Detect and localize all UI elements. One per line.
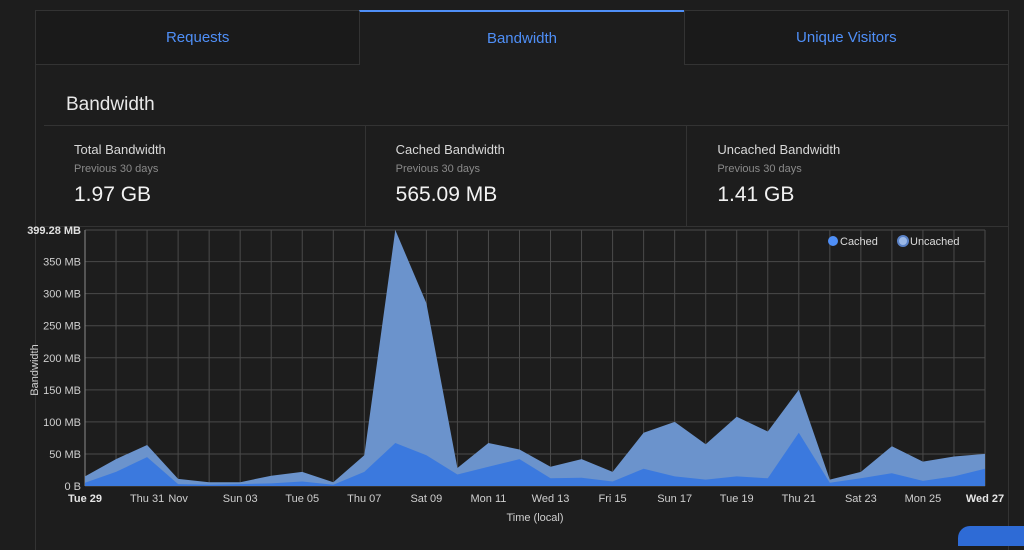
stat-uncached-bandwidth: Uncached Bandwidth Previous 30 days 1.41… — [686, 126, 1008, 226]
section-title: Bandwidth — [66, 94, 155, 115]
x-tick-label: Tue 29 — [68, 493, 102, 505]
x-tick-label: Sat 23 — [845, 493, 877, 505]
legend-cached-label: Cached — [840, 236, 878, 248]
y-tick-label: 200 MB — [43, 353, 81, 365]
x-tick-label: Sun 03 — [223, 493, 258, 505]
x-tick-label: Wed 13 — [532, 493, 570, 505]
stat-period: Previous 30 days — [395, 163, 481, 175]
stat-value: 565.09 MB — [395, 183, 498, 206]
x-tick-label: Nov — [168, 493, 188, 505]
tab-bar: Requests Bandwidth Unique Visitors — [36, 10, 1008, 65]
x-tick-label: Thu 07 — [347, 493, 381, 505]
stat-period: Previous 30 days — [717, 163, 802, 175]
stat-value: 1.41 GB — [717, 183, 795, 206]
stat-label: Uncached Bandwidth — [717, 142, 841, 157]
tab-requests[interactable]: Requests — [36, 10, 360, 65]
x-tick-label: Mon 25 — [905, 493, 942, 505]
y-tick-label: 150 MB — [43, 385, 81, 397]
floating-action-button[interactable] — [958, 526, 1024, 546]
stat-value: 1.97 GB — [74, 183, 152, 206]
y-tick-label: 399.28 MB — [27, 225, 81, 237]
y-tick-label: 350 MB — [43, 257, 81, 269]
x-tick-label: Mon 11 — [471, 493, 507, 505]
tab-bandwidth[interactable]: Bandwidth — [359, 10, 684, 65]
x-tick-label: Tue 05 — [285, 493, 319, 505]
legend-cached-swatch[interactable] — [828, 236, 838, 246]
x-tick-label: Sun 17 — [657, 493, 692, 505]
y-tick-label: 50 MB — [49, 449, 81, 461]
bandwidth-chart[interactable]: 0 B 50 MB 100 MB 150 MB 200 MB 250 MB 300 MB 35… — [0, 220, 1024, 534]
stat-period: Previous 30 days — [74, 163, 159, 175]
x-tick-label: Sat 09 — [410, 493, 442, 505]
y-tick-label: 250 MB — [43, 321, 81, 333]
x-tick-label: Thu 31 — [130, 493, 164, 505]
x-axis-title: Time (local) — [506, 512, 563, 524]
legend-uncached-swatch[interactable] — [897, 235, 909, 247]
stat-total-bandwidth: Total Bandwidth Previous 30 days 1.97 GB — [44, 126, 365, 226]
y-axis-title: Bandwidth — [29, 344, 41, 395]
x-tick-label: Tue 19 — [720, 493, 754, 505]
x-tick-label: Wed 27 — [966, 493, 1004, 505]
stat-cached-bandwidth: Cached Bandwidth Previous 30 days 565.09… — [364, 126, 687, 226]
tab-unique-visitors[interactable]: Unique Visitors — [683, 10, 1008, 65]
legend-uncached-label: Uncached — [910, 236, 960, 248]
y-tick-label: 0 B — [64, 481, 81, 493]
stats-row: Total Bandwidth Previous 30 days 1.97 GB… — [44, 125, 1008, 227]
y-tick-label: 300 MB — [43, 289, 81, 301]
y-tick-label: 100 MB — [43, 417, 81, 429]
x-tick-label: Thu 21 — [782, 493, 816, 505]
stat-label: Total Bandwidth — [74, 142, 166, 157]
stat-label: Cached Bandwidth — [395, 142, 505, 157]
x-tick-label: Fri 15 — [599, 493, 627, 505]
